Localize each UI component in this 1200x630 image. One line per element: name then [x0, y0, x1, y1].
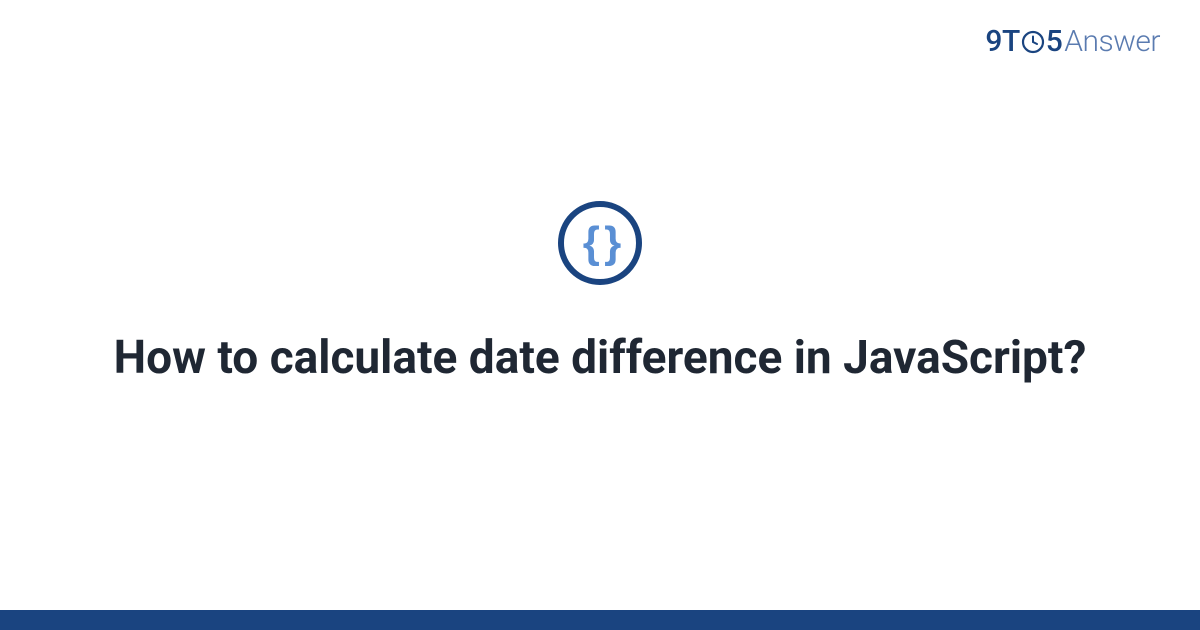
braces-symbol: { } [583, 221, 617, 265]
main-content: { } How to calculate date difference in … [0, 0, 1200, 630]
code-braces-icon: { } [558, 201, 642, 285]
page-title: How to calculate date difference in Java… [114, 329, 1087, 389]
footer-bar [0, 610, 1200, 630]
